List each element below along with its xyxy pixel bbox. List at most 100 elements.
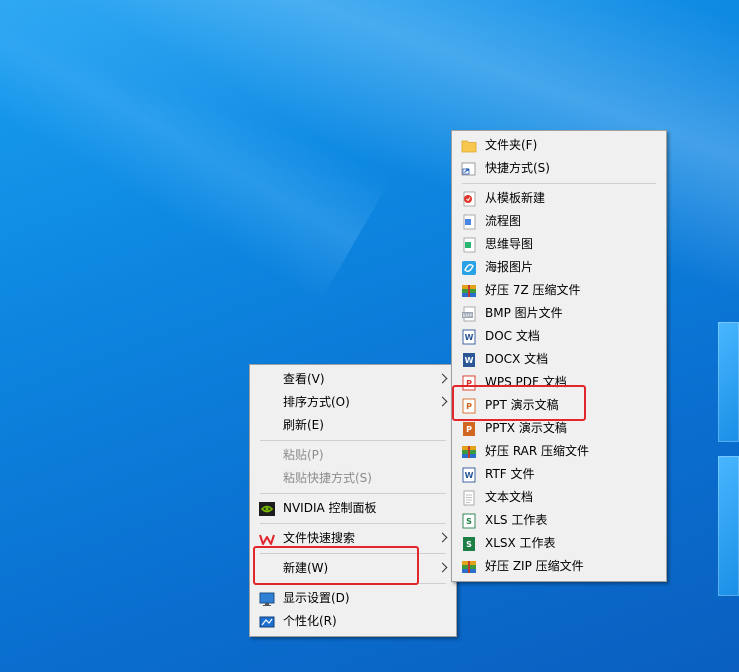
submenu-item-label: 好压 7Z 压缩文件 (485, 283, 581, 297)
menu-item-label: 个性化(R) (283, 614, 337, 628)
submenu-item-xlsx[interactable]: S XLSX 工作表 (452, 532, 666, 555)
menu-item-label: 排序方式(O) (283, 395, 350, 409)
submenu-item-from-template[interactable]: 从模板新建 (452, 187, 666, 210)
submenu-item-label: DOC 文档 (485, 329, 540, 343)
submenu-item-7z-archive[interactable]: 好压 7Z 压缩文件 (452, 279, 666, 302)
submenu-item-label: 从模板新建 (485, 191, 546, 205)
submenu-item-zip-archive[interactable]: 好压 ZIP 压缩文件 (452, 555, 666, 578)
submenu-item-label: 海报图片 (485, 260, 534, 274)
svg-text:W: W (465, 471, 474, 480)
chevron-right-icon (437, 562, 448, 573)
submenu-item-label: 思维导图 (485, 237, 534, 251)
rtf-file-icon: W (462, 467, 476, 483)
submenu-item-docx[interactable]: W DOCX 文档 (452, 348, 666, 371)
submenu-item-label: 好压 ZIP 压缩文件 (485, 559, 584, 573)
submenu-item-label: RTF 文件 (485, 467, 535, 481)
menu-item-display-settings[interactable]: 显示设置(D) (250, 587, 456, 610)
bmp-file-icon: BMP (462, 306, 476, 322)
personalize-icon (259, 616, 275, 628)
submenu-item-label: XLSX 工作表 (485, 536, 556, 550)
menu-item-label: NVIDIA 控制面板 (283, 501, 377, 515)
wallpaper-windows-logo-pane (718, 456, 739, 596)
doc-file-icon: W (462, 329, 476, 345)
menu-separator (260, 583, 446, 584)
wallpaper-windows-logo-pane (718, 322, 739, 442)
xlsx-file-icon: S (463, 537, 475, 551)
display-icon (259, 592, 275, 606)
submenu-item-folder[interactable]: 文件夹(F) (452, 134, 666, 157)
svg-text:S: S (466, 517, 472, 526)
submenu-item-label: 文件夹(F) (485, 138, 538, 152)
svg-text:P: P (466, 379, 472, 388)
submenu-item-label: 好压 RAR 压缩文件 (485, 444, 590, 458)
new-submenu: 文件夹(F) 快捷方式(S) 从模板新建 流程图 思维导图 海报图片 好压 7Z… (451, 130, 667, 582)
submenu-item-rar-archive[interactable]: 好压 RAR 压缩文件 (452, 440, 666, 463)
submenu-item-rtf[interactable]: W RTF 文件 (452, 463, 666, 486)
menu-item-sort-by[interactable]: 排序方式(O) (250, 391, 456, 414)
menu-item-personalize[interactable]: 个性化(R) (250, 610, 456, 633)
menu-item-refresh[interactable]: 刷新(E) (250, 414, 456, 437)
desktop-context-menu: 查看(V) 排序方式(O) 刷新(E) 粘贴(P) 粘贴快捷方式(S) NVID… (249, 364, 457, 637)
svg-text:P: P (466, 425, 472, 434)
svg-text:S: S (466, 540, 472, 549)
submenu-item-flowchart[interactable]: 流程图 (452, 210, 666, 233)
menu-item-nvidia-control-panel[interactable]: NVIDIA 控制面板 (250, 497, 456, 520)
chevron-right-icon (437, 396, 448, 407)
nvidia-icon (259, 502, 275, 516)
shortcut-icon (461, 162, 476, 176)
poster-icon (462, 261, 476, 275)
menu-item-new[interactable]: 新建(W) (250, 557, 456, 580)
menu-item-label: 刷新(E) (283, 418, 324, 432)
submenu-item-label: BMP 图片文件 (485, 306, 563, 320)
svg-text:W: W (465, 333, 474, 342)
menu-item-label: 粘贴(P) (283, 448, 324, 462)
submenu-item-xls[interactable]: S XLS 工作表 (452, 509, 666, 532)
submenu-item-label: 文本文档 (485, 490, 534, 504)
menu-item-label: 查看(V) (283, 372, 325, 386)
submenu-item-label: WPS PDF 文档 (485, 375, 567, 389)
archive-icon (462, 285, 476, 297)
text-file-icon (463, 490, 475, 506)
chevron-right-icon (437, 373, 448, 384)
submenu-item-mindmap[interactable]: 思维导图 (452, 233, 666, 256)
submenu-item-label: PPT 演示文稿 (485, 398, 559, 412)
flowchart-icon (463, 214, 476, 230)
submenu-item-poster-image[interactable]: 海报图片 (452, 256, 666, 279)
submenu-item-label: DOCX 文档 (485, 352, 549, 366)
menu-separator (260, 493, 446, 494)
submenu-item-label: XLS 工作表 (485, 513, 548, 527)
submenu-item-doc[interactable]: W DOC 文档 (452, 325, 666, 348)
menu-item-label: 文件快速搜索 (283, 531, 356, 545)
wps-icon (259, 534, 275, 545)
menu-separator (260, 440, 446, 441)
menu-separator (260, 523, 446, 524)
archive-icon (462, 446, 476, 458)
pdf-file-icon: P (462, 375, 476, 391)
submenu-item-label: PPTX 演示文稿 (485, 421, 567, 435)
menu-item-paste-shortcut: 粘贴快捷方式(S) (250, 467, 456, 490)
submenu-item-label: 快捷方式(S) (485, 161, 550, 175)
menu-separator (260, 553, 446, 554)
menu-item-label: 粘贴快捷方式(S) (283, 471, 372, 485)
submenu-item-ppt[interactable]: P PPT 演示文稿 (452, 394, 666, 417)
submenu-item-label: 流程图 (485, 214, 522, 228)
archive-icon (462, 561, 476, 573)
submenu-item-shortcut[interactable]: 快捷方式(S) (452, 157, 666, 180)
menu-item-file-quick-search[interactable]: 文件快速搜索 (250, 527, 456, 550)
pptx-file-icon: P (463, 422, 475, 436)
ppt-file-icon: P (462, 398, 476, 414)
menu-item-paste: 粘贴(P) (250, 444, 456, 467)
submenu-item-text-document[interactable]: 文本文档 (452, 486, 666, 509)
submenu-item-bmp[interactable]: BMP BMP 图片文件 (452, 302, 666, 325)
menu-item-label: 显示设置(D) (283, 591, 350, 605)
menu-item-view[interactable]: 查看(V) (250, 368, 456, 391)
template-icon (463, 191, 476, 207)
menu-separator (462, 183, 656, 184)
docx-file-icon: W (463, 353, 475, 367)
menu-item-label: 新建(W) (283, 561, 329, 575)
submenu-item-pptx[interactable]: P PPTX 演示文稿 (452, 417, 666, 440)
submenu-item-wps-pdf[interactable]: P WPS PDF 文档 (452, 371, 666, 394)
xls-file-icon: S (462, 513, 476, 529)
svg-text:W: W (465, 356, 474, 365)
svg-text:BMP: BMP (463, 313, 473, 319)
